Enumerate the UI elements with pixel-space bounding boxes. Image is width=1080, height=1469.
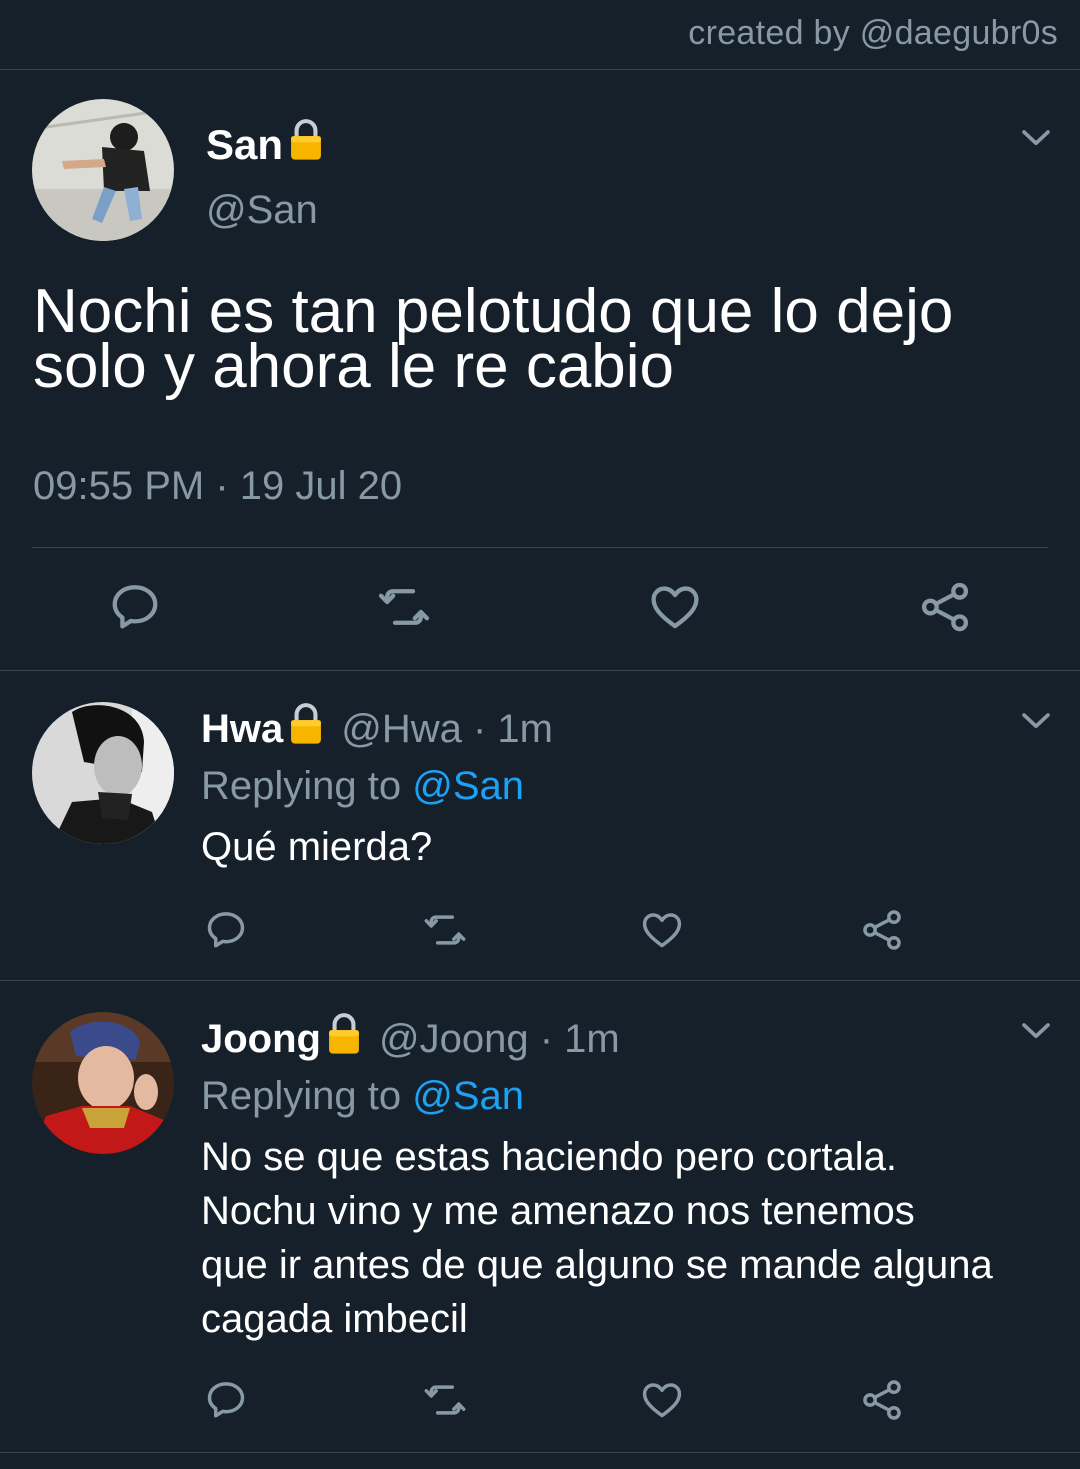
tweet-text-line: Nochu vino y me amenazo nos tenemos [201, 1189, 915, 1233]
share-icon [860, 908, 904, 952]
tweet-text-line: solo y ahora le re cabio [33, 332, 675, 401]
tweet-timestamp[interactable]: 09:55 PM · 19 Jul 20 [33, 464, 402, 509]
reply-button[interactable] [204, 1378, 248, 1422]
author-name-text[interactable]: San [206, 121, 283, 169]
share-button[interactable] [860, 908, 904, 952]
chevron-down-icon[interactable] [1018, 120, 1054, 156]
like-button[interactable] [648, 580, 702, 634]
lock-icon [287, 702, 325, 756]
reply-button[interactable] [108, 580, 162, 634]
tweet-text-line: que ir antes de que alguno se mande algu… [201, 1243, 993, 1287]
replying-label: Replying to [201, 764, 413, 808]
like-icon [640, 908, 684, 952]
reply-header: Hwa @Hwa · 1m [201, 702, 553, 756]
reply-header: Joong @Joong · 1m [201, 1012, 620, 1066]
retweet-button[interactable] [420, 1378, 470, 1422]
share-icon [860, 1378, 904, 1422]
share-button[interactable] [860, 1378, 904, 1422]
like-icon [640, 1378, 684, 1422]
tweet-text-line: Qué mierda? [201, 825, 433, 869]
like-button[interactable] [640, 1378, 684, 1422]
lock-icon [325, 1012, 363, 1066]
reply-button[interactable] [204, 908, 248, 952]
share-button[interactable] [918, 580, 972, 634]
share-icon [918, 580, 972, 634]
tweet-text-line: Nochi es tan pelotudo que lo dejo [33, 277, 954, 346]
header-divider [0, 69, 1080, 70]
author-name[interactable]: San [206, 118, 325, 172]
retweet-icon [420, 908, 470, 952]
credit-text: created by @daegubr0s [688, 14, 1058, 52]
retweet-button[interactable] [374, 580, 434, 634]
replying-label: Replying to [201, 1074, 413, 1118]
tweet-text-line: No se que estas haciendo pero cortala. [201, 1135, 897, 1179]
tweet-text: Nochi es tan pelotudo que lo dejo solo y… [33, 277, 1043, 401]
reply-icon [204, 908, 248, 952]
like-button[interactable] [640, 908, 684, 952]
divider [0, 980, 1080, 981]
tweet-text: Qué mierda? [201, 820, 1061, 874]
handle-and-time[interactable]: @Joong · 1m [379, 1017, 620, 1062]
author-handle[interactable]: @San [206, 188, 318, 233]
chevron-down-icon[interactable] [1018, 1013, 1054, 1049]
retweet-button[interactable] [420, 908, 470, 952]
retweet-icon [420, 1378, 470, 1422]
divider [0, 1452, 1080, 1453]
divider [32, 547, 1048, 548]
retweet-icon [374, 580, 434, 634]
divider [0, 670, 1080, 671]
author-name[interactable]: Hwa [201, 707, 283, 752]
handle-and-time[interactable]: @Hwa · 1m [341, 707, 553, 752]
mention-link[interactable]: @San [412, 1074, 524, 1118]
avatar[interactable] [32, 1012, 174, 1154]
replying-to: Replying to @San [201, 764, 524, 809]
author-name[interactable]: Joong [201, 1017, 321, 1062]
chevron-down-icon[interactable] [1018, 703, 1054, 739]
like-icon [648, 580, 702, 634]
avatar[interactable] [32, 99, 174, 241]
reply-icon [204, 1378, 248, 1422]
lock-icon [287, 118, 325, 172]
tweet-text: No se que estas haciendo pero cortala. N… [201, 1130, 1061, 1346]
avatar[interactable] [32, 702, 174, 844]
mention-link[interactable]: @San [412, 764, 524, 808]
reply-icon [108, 580, 162, 634]
replying-to: Replying to @San [201, 1074, 524, 1119]
tweet-text-line: cagada imbecil [201, 1297, 468, 1341]
